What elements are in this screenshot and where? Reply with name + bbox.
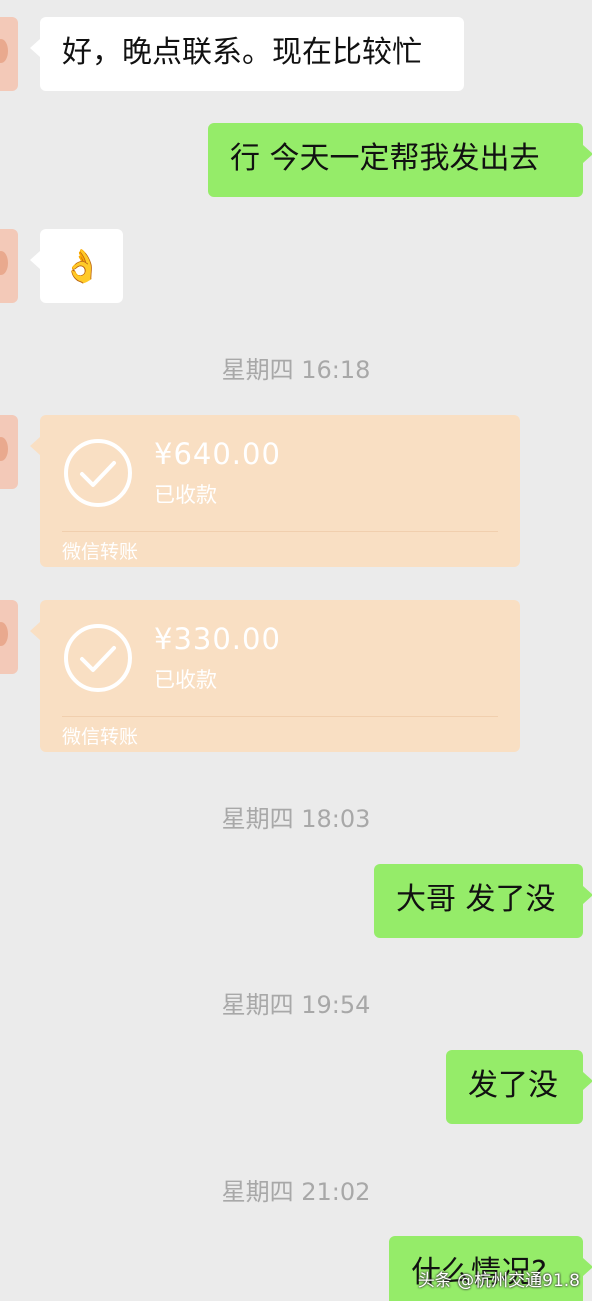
transfer-status: 已收款	[154, 668, 217, 692]
transfer-amount: ¥330.00	[154, 622, 281, 656]
message-bubble-received[interactable]: 好，晚点联系。现在比较忙	[30, 17, 464, 91]
message-bubble-sent[interactable]: 大哥 发了没	[374, 864, 592, 938]
message-bubble-sent[interactable]: 行 今天一定帮我发出去	[208, 123, 592, 197]
watermark: 头条 @杭州交通91.8	[417, 1271, 580, 1291]
contact-avatar[interactable]	[0, 229, 18, 303]
contact-avatar[interactable]	[0, 600, 18, 674]
timestamp: 星期四 21:02	[221, 1178, 371, 1206]
message-text: 行 今天一定帮我发出去	[230, 141, 540, 176]
message-text: 好，晚点联系。现在比较忙	[62, 35, 422, 70]
check-circle-icon	[64, 439, 132, 507]
contact-avatar[interactable]	[0, 17, 18, 91]
transfer-footer-label: 微信转账	[62, 541, 139, 563]
message-bubble-received[interactable]: 👌	[30, 229, 123, 303]
message-text: 大哥 发了没	[396, 882, 556, 917]
divider	[62, 716, 498, 717]
wechat-transfer-card[interactable]: ¥330.00 已收款 微信转账	[30, 600, 520, 752]
message-text: 发了没	[468, 1068, 558, 1103]
transfer-footer-label: 微信转账	[62, 726, 139, 748]
divider	[62, 531, 498, 532]
check-circle-icon	[64, 624, 132, 692]
transfer-status: 已收款	[154, 483, 217, 507]
message-bubble-sent[interactable]: 发了没	[446, 1050, 592, 1124]
timestamp: 星期四 18:03	[221, 805, 371, 833]
contact-avatar[interactable]	[0, 415, 18, 489]
wechat-transfer-card[interactable]: ¥640.00 已收款 微信转账	[30, 415, 520, 567]
timestamp: 星期四 16:18	[221, 356, 371, 384]
ok-hand-emoji-icon: 👌	[62, 247, 102, 285]
timestamp: 星期四 19:54	[221, 991, 371, 1019]
transfer-amount: ¥640.00	[154, 437, 281, 471]
